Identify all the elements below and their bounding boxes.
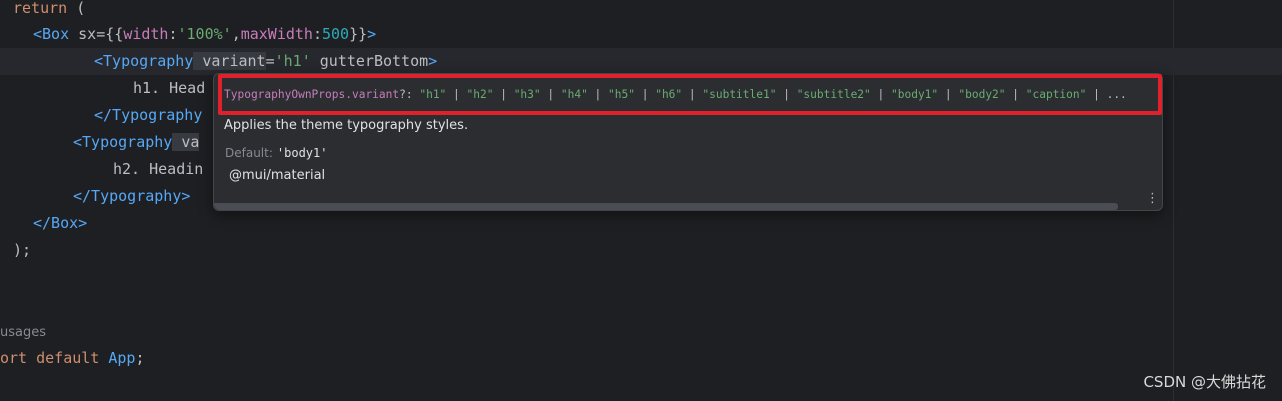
code-token: 500 xyxy=(322,25,350,43)
code-line[interactable]: </Typography> xyxy=(73,183,190,210)
code-token: width xyxy=(123,25,169,43)
doc-default: Default:'body1' xyxy=(225,146,327,160)
signature-token: | xyxy=(938,88,959,101)
code-token: ort default xyxy=(0,349,100,367)
code-line[interactable]: h2. Headin xyxy=(113,156,203,183)
code-line[interactable]: return ( xyxy=(13,0,85,22)
code-token: h1. Head xyxy=(133,79,206,97)
signature-token: "h6" xyxy=(655,88,683,101)
signature-token: "h1" xyxy=(419,88,447,101)
code-token: ); xyxy=(13,241,32,259)
code-token: : xyxy=(168,25,178,43)
code-token: , xyxy=(231,25,241,43)
quick-documentation-popup[interactable]: TypographyOwnProps.variant?: "h1" | "h2"… xyxy=(213,73,1163,211)
more-vertical-icon[interactable]: ⋮ xyxy=(1146,192,1159,206)
code-token: variant xyxy=(193,52,266,70)
default-value: 'body1' xyxy=(276,146,328,160)
code-line[interactable]: h1. Head xyxy=(133,75,205,102)
code-token: maxWidth xyxy=(240,25,313,43)
code-token: App xyxy=(108,349,136,367)
signature-token: "body2" xyxy=(958,88,1006,101)
code-token: va xyxy=(172,133,200,151)
signature-token: | xyxy=(493,88,514,101)
code-line[interactable]: ort default App; xyxy=(0,345,145,372)
code-token: : xyxy=(312,25,322,43)
signature-token: "caption" xyxy=(1025,88,1087,101)
default-label: Default: xyxy=(225,146,273,160)
signature-token: | xyxy=(634,88,656,101)
signature-token: ?: xyxy=(399,88,420,101)
signature-token: | xyxy=(446,88,467,101)
code-token: <Typography xyxy=(73,133,173,151)
code-token: gutterBottom xyxy=(310,52,429,70)
horizontal-scrollbar[interactable] xyxy=(214,203,1118,210)
code-token: ={{ xyxy=(96,25,124,43)
code-line[interactable]: ); xyxy=(13,237,31,264)
type-signature: TypographyOwnProps.variant?: "h1" | "h2"… xyxy=(224,84,1127,106)
code-token: </Typography xyxy=(94,106,203,124)
code-token: </Box> xyxy=(33,214,88,232)
signature-token: "h5" xyxy=(608,88,635,101)
signature-token: TypographyOwnProps.variant xyxy=(224,88,400,101)
signature-token: | xyxy=(682,88,703,101)
signature-token: | xyxy=(776,88,797,101)
doc-package-link[interactable]: @mui/material xyxy=(229,168,325,183)
code-token: </Typography> xyxy=(73,187,191,205)
signature-token: | xyxy=(870,88,891,101)
doc-description: Applies the theme typography styles. xyxy=(224,118,469,133)
signature-token: | xyxy=(587,88,609,101)
usages-hint[interactable]: usages xyxy=(0,322,46,344)
code-token: ( xyxy=(67,0,86,17)
signature-token: "subtitle2" xyxy=(796,88,871,101)
code-token: > xyxy=(367,25,377,43)
code-token: ; xyxy=(135,349,145,367)
code-line[interactable]: <Typography variant='h1' gutterBottom> xyxy=(94,48,437,75)
signature-token: "h2" xyxy=(466,88,494,101)
code-token: return xyxy=(13,0,68,17)
signature-token: "h3" xyxy=(513,88,541,101)
code-line[interactable]: <Typography va xyxy=(73,129,200,156)
signature-token: | xyxy=(1005,88,1026,101)
signature-token: "subtitle1" xyxy=(702,88,777,101)
code-line[interactable]: <Box sx={{width:'100%',maxWidth:500}}> xyxy=(33,21,376,48)
signature-token: | xyxy=(540,88,561,101)
code-token: sx xyxy=(69,25,97,43)
code-token: = xyxy=(265,52,275,70)
code-token: <Box xyxy=(33,25,70,43)
code-token: > xyxy=(428,52,438,70)
watermark: CSDN @大佛拈花 xyxy=(1143,373,1266,391)
code-line[interactable]: </Typography xyxy=(94,102,202,129)
signature-token: | ... xyxy=(1086,88,1127,101)
signature-token: "body1" xyxy=(891,88,939,101)
code-token: '100%' xyxy=(177,25,232,43)
code-line[interactable]: </Box> xyxy=(33,210,87,237)
code-token: }} xyxy=(349,25,368,43)
code-token: h2. Headin xyxy=(113,160,204,178)
code-token: <Typography xyxy=(94,52,194,70)
signature-token: "h4" xyxy=(560,88,588,101)
code-token: 'h1' xyxy=(274,52,311,70)
